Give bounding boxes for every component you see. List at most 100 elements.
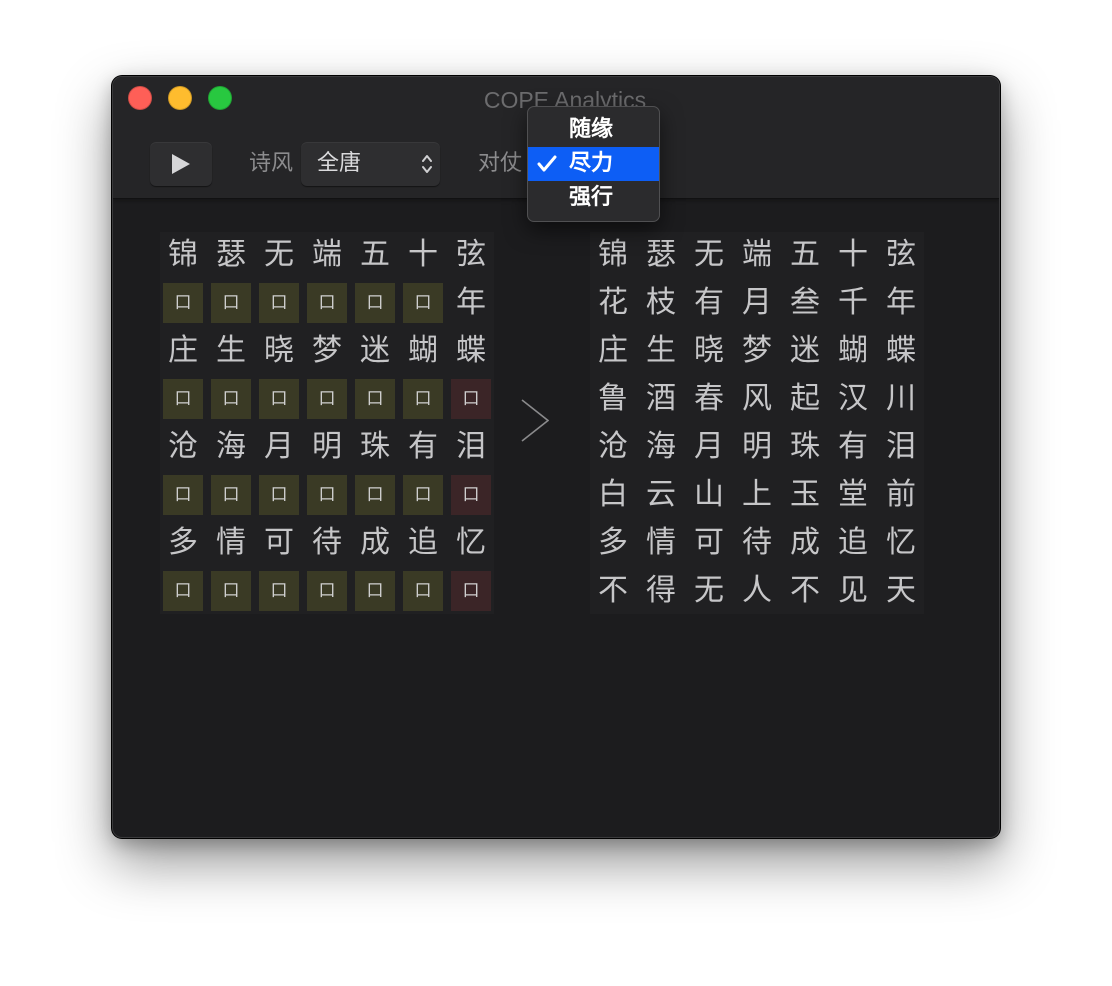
output-char-cell: 弦 xyxy=(886,237,916,272)
input-char-cell[interactable]: 沧 xyxy=(163,427,203,467)
input-char-cell[interactable]: 追 xyxy=(403,523,443,563)
input-blank-cell[interactable]: 口 xyxy=(211,475,251,515)
output-char-cell: 白 xyxy=(598,477,628,512)
output-char-cell: 蝶 xyxy=(886,333,916,368)
input-char-cell[interactable]: 十 xyxy=(403,235,443,275)
input-blank-cell[interactable]: 口 xyxy=(211,379,251,419)
output-char-cell: 春 xyxy=(694,381,724,416)
input-char-cell[interactable]: 锦 xyxy=(163,235,203,275)
input-char-cell[interactable]: 月 xyxy=(259,427,299,467)
parallelism-option[interactable]: 随缘 xyxy=(528,113,659,147)
input-char-cell[interactable]: 蝴 xyxy=(403,331,443,371)
input-blank-cell[interactable]: 口 xyxy=(451,475,491,515)
input-blank-cell[interactable]: 口 xyxy=(355,283,395,323)
input-blank-cell[interactable]: 口 xyxy=(259,283,299,323)
style-popup-button[interactable]: 全唐 xyxy=(301,142,440,186)
input-char-cell[interactable]: 梦 xyxy=(307,331,347,371)
input-char-cell[interactable]: 弦 xyxy=(451,235,491,275)
input-char-cell[interactable]: 五 xyxy=(355,235,395,275)
output-char-cell: 云 xyxy=(646,477,676,512)
input-char-cell[interactable]: 无 xyxy=(259,235,299,275)
output-char-cell: 十 xyxy=(838,237,868,272)
output-char-cell: 鲁 xyxy=(598,381,628,416)
input-blank-cell[interactable]: 口 xyxy=(211,571,251,611)
input-blank-cell[interactable]: 口 xyxy=(451,379,491,419)
input-char-cell[interactable]: 珠 xyxy=(355,427,395,467)
output-char-cell: 人 xyxy=(742,573,772,608)
input-char-cell[interactable]: 有 xyxy=(403,427,443,467)
input-char-cell[interactable]: 忆 xyxy=(451,523,491,563)
input-char-cell[interactable]: 多 xyxy=(163,523,203,563)
input-blank-cell[interactable]: 口 xyxy=(259,475,299,515)
input-char-cell[interactable]: 庄 xyxy=(163,331,203,371)
output-char-cell: 叁 xyxy=(790,285,820,320)
input-blank-cell[interactable]: 口 xyxy=(451,571,491,611)
input-blank-cell[interactable]: 口 xyxy=(307,475,347,515)
input-blank-cell[interactable]: 口 xyxy=(163,283,203,323)
input-blank-cell[interactable]: 口 xyxy=(403,475,443,515)
input-blank-cell[interactable]: 口 xyxy=(403,571,443,611)
input-char-cell[interactable]: 迷 xyxy=(355,331,395,371)
output-char-cell: 无 xyxy=(694,237,724,272)
output-char-cell: 不 xyxy=(598,573,628,608)
output-char-cell: 锦 xyxy=(598,237,628,272)
style-label: 诗风 xyxy=(249,151,294,176)
output-char-cell: 得 xyxy=(646,573,676,608)
input-blank-cell[interactable]: 口 xyxy=(259,571,299,611)
output-char-cell: 瑟 xyxy=(646,237,676,272)
parallelism-menu: 随缘 尽力 强行 xyxy=(527,106,660,222)
input-blank-cell[interactable]: 口 xyxy=(403,379,443,419)
output-char-cell: 酒 xyxy=(646,381,676,416)
output-char-cell: 珠 xyxy=(790,429,820,464)
output-char-cell: 庄 xyxy=(598,333,628,368)
play-button[interactable] xyxy=(150,142,212,186)
input-char-cell[interactable]: 端 xyxy=(307,235,347,275)
output-char-cell: 堂 xyxy=(838,477,868,512)
output-char-cell: 可 xyxy=(694,525,724,560)
output-char-cell: 起 xyxy=(790,381,820,416)
updown-chevron-icon xyxy=(422,155,432,173)
input-blank-cell[interactable]: 口 xyxy=(355,475,395,515)
input-blank-cell[interactable]: 口 xyxy=(307,571,347,611)
input-blank-cell[interactable]: 口 xyxy=(355,379,395,419)
output-char-cell: 年 xyxy=(886,285,916,320)
input-char-cell[interactable]: 成 xyxy=(355,523,395,563)
input-char-cell[interactable]: 生 xyxy=(211,331,251,371)
input-blank-cell[interactable]: 口 xyxy=(163,571,203,611)
close-window-icon[interactable] xyxy=(128,86,152,110)
input-char-cell[interactable]: 晓 xyxy=(259,331,299,371)
input-char-cell[interactable]: 待 xyxy=(307,523,347,563)
parallelism-option[interactable]: 强行 xyxy=(528,181,659,215)
input-blank-cell[interactable]: 口 xyxy=(403,283,443,323)
input-char-cell[interactable]: 明 xyxy=(307,427,347,467)
input-blank-cell[interactable]: 口 xyxy=(307,379,347,419)
output-char-cell: 天 xyxy=(886,573,916,608)
output-char-cell: 月 xyxy=(694,429,724,464)
app-window: COPE Analytics 诗风 全唐 对仗 随缘 尽力 强行 锦 瑟 无 端… xyxy=(112,76,1000,838)
input-char-cell[interactable]: 情 xyxy=(211,523,251,563)
chevron-right-icon xyxy=(521,399,549,442)
parallelism-label: 对仗 xyxy=(478,151,523,176)
output-char-cell: 梦 xyxy=(742,333,772,368)
input-char-cell[interactable]: 瑟 xyxy=(211,235,251,275)
style-popup-value: 全唐 xyxy=(317,151,362,176)
input-blank-cell[interactable]: 口 xyxy=(163,475,203,515)
input-blank-cell[interactable]: 口 xyxy=(259,379,299,419)
input-blank-cell[interactable]: 口 xyxy=(307,283,347,323)
output-char-cell: 沧 xyxy=(598,429,628,464)
input-char-cell[interactable]: 可 xyxy=(259,523,299,563)
zoom-window-icon[interactable] xyxy=(208,86,232,110)
input-blank-cell[interactable]: 口 xyxy=(355,571,395,611)
output-char-cell: 有 xyxy=(694,285,724,320)
input-char-cell[interactable]: 海 xyxy=(211,427,251,467)
output-char-cell: 忆 xyxy=(886,525,916,560)
input-char-cell[interactable]: 泪 xyxy=(451,427,491,467)
input-blank-cell[interactable]: 口 xyxy=(211,283,251,323)
input-blank-cell[interactable]: 口 xyxy=(163,379,203,419)
minimize-window-icon[interactable] xyxy=(168,86,192,110)
output-char-cell: 追 xyxy=(838,525,868,560)
input-char-cell[interactable]: 年 xyxy=(451,283,491,323)
output-char-cell: 明 xyxy=(742,429,772,464)
parallelism-option[interactable]: 尽力 xyxy=(528,147,659,181)
input-char-cell[interactable]: 蝶 xyxy=(451,331,491,371)
